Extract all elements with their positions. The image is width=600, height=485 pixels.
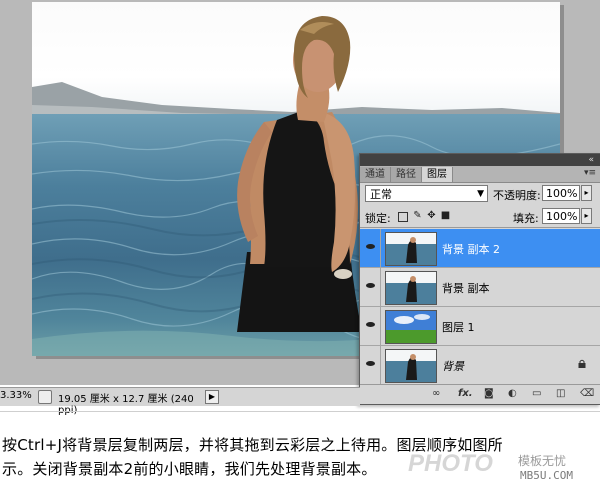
- panel-header: «: [360, 154, 600, 166]
- layer-row-background[interactable]: 背景: [360, 346, 600, 385]
- lock-transparency-icon[interactable]: [398, 212, 408, 222]
- lock-all-icon[interactable]: ■: [440, 210, 451, 221]
- fx-icon[interactable]: fx.: [458, 388, 473, 399]
- caption-line-2: 示。关闭背景副本2前的小眼睛，我们先处理背景副本。: [2, 460, 377, 478]
- document-info: 19.05 厘米 x 12.7 厘米 (240 ppi): [58, 394, 194, 416]
- panel-footer: ∞ fx. ◙ ◐ ▭ ◫ ⌫: [360, 384, 600, 403]
- panel-tabs: 通道 路径 图层 ▾≡: [360, 166, 600, 183]
- zoom-level[interactable]: 3.33%: [0, 390, 32, 401]
- layer-row-layer-1[interactable]: 图层 1: [360, 307, 600, 346]
- lock-position-icon[interactable]: ✥: [426, 210, 437, 221]
- fill-field[interactable]: 100%: [542, 208, 580, 224]
- eye-icon[interactable]: [362, 307, 381, 345]
- layer-thumbnail: [385, 232, 437, 266]
- tab-layers[interactable]: 图层: [422, 167, 453, 182]
- panel-menu-icon[interactable]: ▾≡: [584, 168, 596, 178]
- watermark: PHOTO 模板无忧 MB5U.COM: [408, 450, 600, 485]
- blend-mode-select[interactable]: 正常 ▼: [365, 185, 488, 202]
- fill-label: 填充:: [513, 212, 539, 225]
- opacity-label: 不透明度:: [493, 189, 541, 202]
- fill-slider-button[interactable]: ▸: [581, 208, 592, 224]
- caption: 按Ctrl+J将背景层复制两层，并将其拖到云彩层之上待用。图层顺序如图所 示。关…: [0, 411, 600, 478]
- layer-name: 图层 1: [442, 321, 475, 334]
- eye-icon[interactable]: [362, 268, 381, 306]
- lock-icon: [578, 359, 586, 368]
- tab-channels[interactable]: 通道: [360, 167, 391, 182]
- layer-name: 背景 副本 2: [442, 243, 500, 256]
- layer-thumbnail: [385, 349, 437, 383]
- tab-paths[interactable]: 路径: [391, 167, 422, 182]
- mask-icon[interactable]: ◙: [484, 388, 494, 399]
- layers-panel: « 通道 路径 图层 ▾≡ 正常 ▼ 不透明度: 100% ▸ 锁定: ✎ ✥ …: [359, 153, 600, 405]
- opacity-field[interactable]: 100%: [542, 185, 580, 201]
- watermark-logo: PHOTO: [408, 450, 493, 477]
- lock-row: 锁定: ✎ ✥ ■ 填充: 100% ▸: [360, 207, 600, 228]
- layer-row-bg-copy-2[interactable]: 背景 副本 2: [360, 229, 600, 268]
- blend-row: 正常 ▼ 不透明度: 100% ▸: [360, 184, 600, 206]
- lock-label: 锁定:: [365, 212, 391, 225]
- eye-icon[interactable]: [362, 346, 381, 384]
- eye-icon[interactable]: [362, 229, 381, 267]
- layer-thumbnail: [385, 271, 437, 305]
- opacity-slider-button[interactable]: ▸: [581, 185, 592, 201]
- collapse-icon[interactable]: «: [588, 154, 594, 166]
- trash-icon[interactable]: ⌫: [580, 388, 594, 399]
- blend-mode-value: 正常: [370, 188, 392, 201]
- new-layer-icon[interactable]: ◫: [556, 388, 565, 399]
- watermark-url: MB5U.COM: [520, 469, 573, 482]
- chevron-down-icon: ▼: [477, 189, 484, 199]
- adjustment-icon[interactable]: ◐: [508, 388, 517, 399]
- link-icon[interactable]: ∞: [432, 388, 440, 399]
- layer-name: 背景: [442, 360, 464, 373]
- status-bar: 3.33% 19.05 厘米 x 12.7 厘米 (240 ppi) ▶: [0, 387, 360, 416]
- layer-row-bg-copy[interactable]: 背景 副本: [360, 268, 600, 307]
- status-menu-button[interactable]: [38, 390, 52, 404]
- watermark-cn: 模板无忧: [518, 454, 567, 468]
- lock-image-icon[interactable]: ✎: [412, 210, 423, 221]
- layer-thumbnail: [385, 310, 437, 344]
- play-arrow-icon[interactable]: ▶: [205, 390, 219, 404]
- layer-name: 背景 副本: [442, 282, 490, 295]
- folder-icon[interactable]: ▭: [532, 388, 541, 399]
